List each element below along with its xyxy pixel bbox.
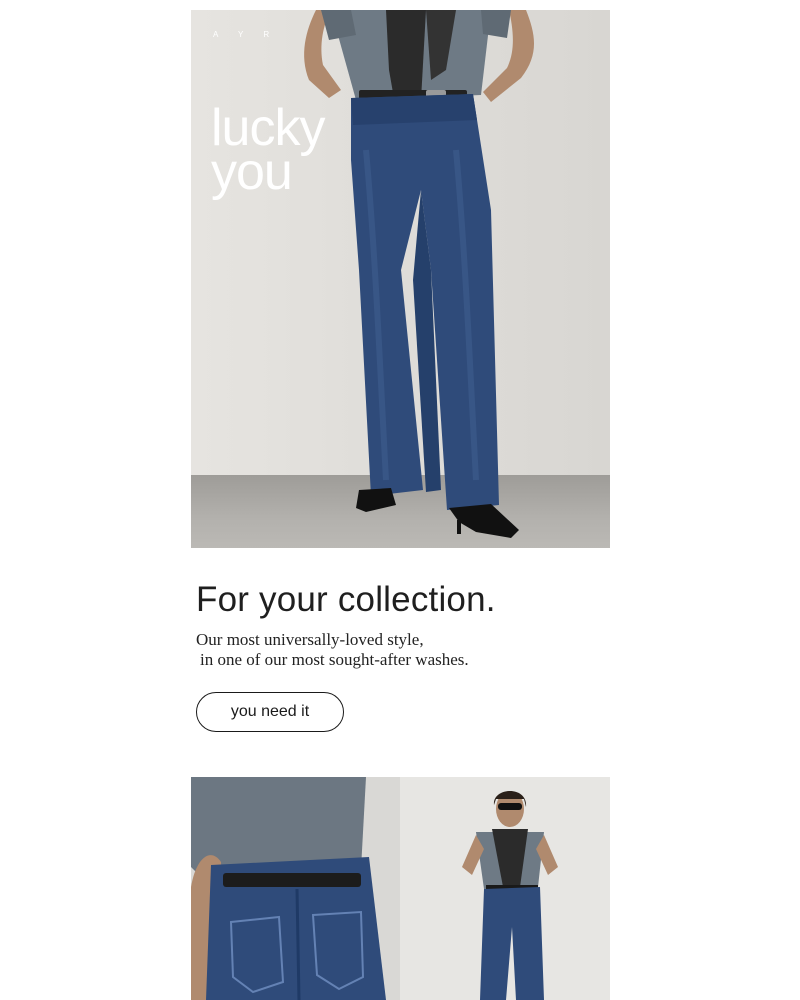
full-look-illustration [400,777,610,1000]
section-body-line2: in one of our most sought-after washes. [200,650,469,669]
section-body: Our most universally-loved style, in one… [196,630,469,670]
you-need-it-button[interactable]: you need it [196,692,344,732]
model-illustration [304,10,535,538]
gallery-image-full-look[interactable] [400,777,610,1000]
brand-logo[interactable]: A Y R [213,30,278,39]
section-body-line1: Our most universally-loved style, [196,630,424,649]
section-title: For your collection. [196,580,496,619]
gallery-image-pockets[interactable] [191,777,400,1000]
pockets-illustration [191,777,400,1000]
hero-image[interactable]: A Y R lucky you [191,10,610,548]
hero-headline: lucky you [211,102,325,198]
